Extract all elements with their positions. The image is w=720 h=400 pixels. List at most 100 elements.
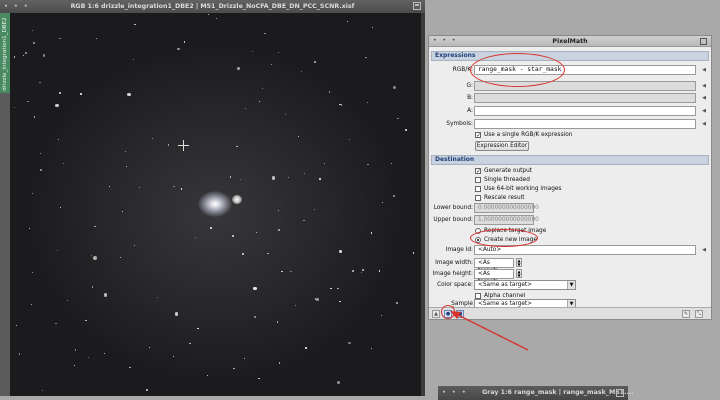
star xyxy=(33,116,36,118)
color-space-select[interactable]: <Same as target> ▼ xyxy=(474,280,576,290)
star xyxy=(233,367,235,369)
star xyxy=(367,101,369,103)
star xyxy=(207,374,209,377)
shade-window-button[interactable] xyxy=(413,2,421,10)
use-64bit-box[interactable] xyxy=(475,186,481,192)
star xyxy=(121,210,124,213)
star xyxy=(41,389,43,391)
star xyxy=(349,138,351,140)
rgbk-edit-icon[interactable]: ◀ xyxy=(701,67,707,73)
star xyxy=(180,188,182,190)
star xyxy=(126,166,128,168)
star xyxy=(371,27,374,29)
star xyxy=(215,17,217,20)
star xyxy=(29,227,31,229)
star xyxy=(146,389,148,391)
single-threaded-box[interactable] xyxy=(475,177,481,183)
annotation-arrow-line xyxy=(455,313,529,351)
rescale-result-checkbox[interactable]: Rescale result xyxy=(475,194,625,202)
star xyxy=(348,341,351,345)
rgbk-label: RGB/K: xyxy=(452,67,473,73)
star xyxy=(54,322,57,325)
star xyxy=(382,202,384,204)
image-scrollbar[interactable] xyxy=(421,13,425,396)
rescale-result-box[interactable] xyxy=(475,195,481,201)
star xyxy=(397,117,399,120)
generate-output-box[interactable]: ✓ xyxy=(475,168,481,175)
chevron-down-icon[interactable]: ▼ xyxy=(567,281,575,289)
star xyxy=(27,100,29,103)
star xyxy=(85,319,87,322)
pixelmath-titlebar[interactable]: • • • PixelMath xyxy=(429,36,711,47)
image-id-edit-icon[interactable]: ◀ xyxy=(701,247,707,253)
dialog-close-button[interactable] xyxy=(700,38,707,45)
star xyxy=(14,106,16,108)
star xyxy=(134,23,136,26)
symbols-field[interactable] xyxy=(474,119,696,129)
star xyxy=(339,103,341,105)
star xyxy=(57,139,59,141)
reset-icon[interactable]: ✎ xyxy=(682,310,690,318)
use-single-expression-box[interactable]: ✓ xyxy=(475,132,481,139)
destination-section-header[interactable]: Destination xyxy=(431,155,709,165)
star xyxy=(278,210,280,212)
star xyxy=(108,185,110,187)
star xyxy=(63,163,65,164)
color-space-value: <Same as target> xyxy=(478,282,533,288)
image-window: • • • RGB 1:6 drizzle_integration1_DBE2 … xyxy=(0,0,425,396)
star xyxy=(183,41,186,43)
star xyxy=(305,347,307,349)
symbols-edit-icon[interactable]: ◀ xyxy=(701,121,707,127)
star xyxy=(277,51,279,53)
star xyxy=(73,364,75,367)
star xyxy=(340,104,343,106)
star xyxy=(129,367,131,369)
star xyxy=(156,296,159,299)
a-expression-field[interactable] xyxy=(474,106,696,116)
image-height-spinner[interactable]: ▲ ▼ xyxy=(516,269,522,278)
image-window-titlebar[interactable]: • • • RGB 1:6 drizzle_integration1_DBE2 … xyxy=(0,0,425,13)
image-left-strip xyxy=(0,93,10,396)
star xyxy=(367,163,369,165)
star xyxy=(278,229,280,231)
expressions-section-header[interactable]: Expressions xyxy=(431,51,709,61)
b-expression-field xyxy=(474,93,696,103)
star xyxy=(167,144,170,146)
star xyxy=(15,324,18,327)
image-height-label: Image height: xyxy=(432,271,473,277)
star xyxy=(91,254,93,256)
gray-window-menu-dots[interactable]: • • • xyxy=(442,389,468,396)
star xyxy=(189,342,191,344)
a-edit-icon[interactable]: ◀ xyxy=(701,108,707,114)
image-canvas[interactable] xyxy=(10,13,421,396)
crosshair-cursor xyxy=(178,140,189,151)
star xyxy=(57,249,59,251)
single-threaded-checkbox[interactable]: Single threaded xyxy=(475,176,625,184)
star xyxy=(55,103,59,108)
star xyxy=(252,50,254,53)
single-threaded-label: Single threaded xyxy=(484,177,530,183)
star xyxy=(347,20,349,22)
gray-window-shade-button[interactable] xyxy=(616,389,624,397)
annotation-arrow xyxy=(450,311,529,351)
new-instance-icon[interactable]: ▲ xyxy=(432,310,440,318)
gray-mask-window[interactable]: • • • Gray 1:6 range_mask | range_mask_M… xyxy=(438,386,634,400)
star xyxy=(396,302,399,304)
use-single-expression-checkbox[interactable]: ✓ Use a single RGB/K expression xyxy=(475,131,675,139)
star xyxy=(92,286,94,288)
star xyxy=(262,87,264,90)
star xyxy=(242,253,244,255)
expression-editor-button[interactable]: Expression Editor xyxy=(475,141,529,151)
image-height-field[interactable]: <As target> xyxy=(474,269,514,285)
image-side-tab[interactable]: drizzle_integration1_DBE2 xyxy=(0,13,10,93)
star xyxy=(177,47,180,51)
resize-icon[interactable]: ⤡ xyxy=(695,310,703,318)
use-64bit-checkbox[interactable]: Use 64-bit working images xyxy=(475,185,625,193)
star xyxy=(254,316,256,318)
generate-output-checkbox[interactable]: ✓ Generate output xyxy=(475,167,625,175)
star xyxy=(173,185,175,188)
image-width-field[interactable]: <As target> xyxy=(474,258,514,274)
star xyxy=(197,327,199,330)
a-label: A: xyxy=(467,108,473,114)
image-width-spinner[interactable]: ▲ ▼ xyxy=(516,258,522,267)
